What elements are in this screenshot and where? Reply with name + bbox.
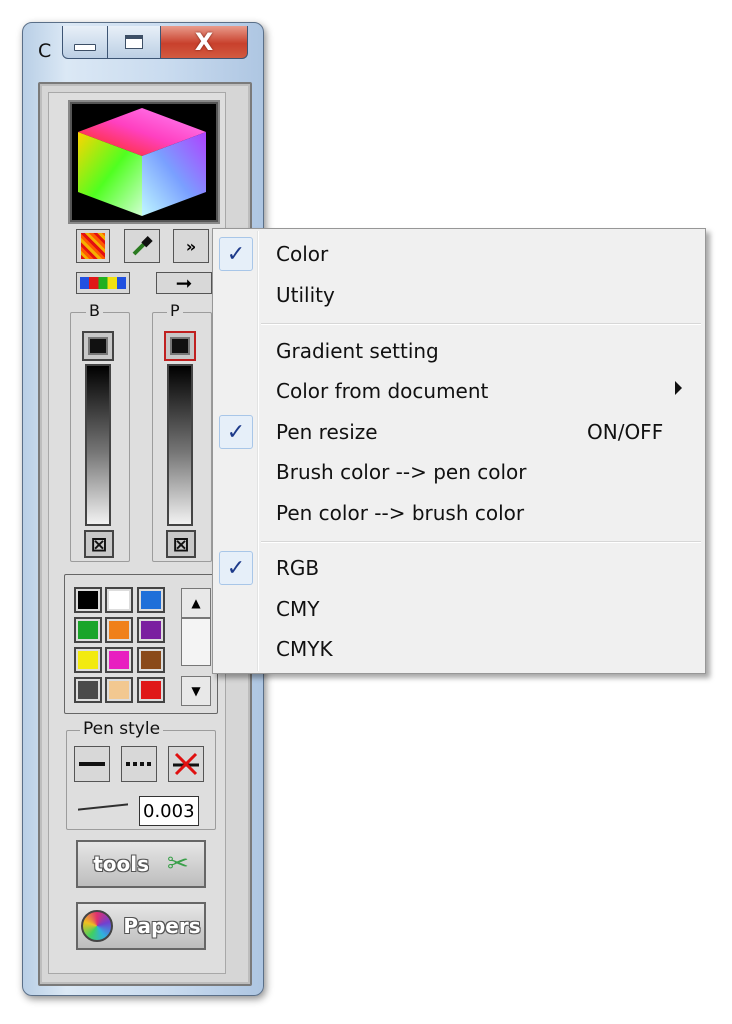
menu-item-cmyk[interactable]: CMYK [213,630,705,668]
palette-scroll-down-button[interactable]: ▼ [181,676,211,706]
brush-color-indicator [88,337,108,355]
eyedropper-button[interactable] [124,229,160,263]
menu-separator [261,323,701,325]
window-title: C [38,40,52,62]
scissors-icon: ✂ [167,849,189,879]
menu-item-brush-color-pen-color[interactable]: Brush color --> pen color [213,453,705,491]
menu-separator [261,541,701,543]
brush-texture-button[interactable] [76,229,110,263]
menu-item-label: CMY [276,597,320,621]
submenu-arrow-icon [675,381,682,395]
solid-line-icon [79,762,105,766]
papers-button[interactable]: Papers [76,902,206,950]
color-cube-picker[interactable] [68,100,220,224]
palette-swatch[interactable] [137,617,165,643]
palette-swatch[interactable] [137,587,165,613]
checkmark-icon: ✓ [219,551,253,585]
palette-swatch[interactable] [105,647,133,673]
palette-swatch[interactable] [105,617,133,643]
color-cube-icon [78,108,206,216]
x-box-icon: ⊠ [172,532,190,556]
brush-none-button[interactable]: ⊠ [84,530,114,558]
minimize-icon [74,43,96,51]
dotted-line-button[interactable] [121,746,157,782]
menu-item-label: Pen resize [276,420,378,444]
tools-button[interactable]: tools ✂ [76,840,206,888]
palette-swatch[interactable] [74,677,102,703]
menu-item-label: CMYK [276,637,333,661]
color-bar-button[interactable] [76,272,130,294]
color-bar-icon [80,277,126,289]
brush-opacity-slider[interactable] [85,364,111,526]
x-box-icon: ⊠ [90,532,108,556]
eyedropper-icon [132,236,153,256]
menu-item-rgb[interactable]: ✓ RGB [213,549,705,587]
triangle-down-icon: ▼ [191,684,201,698]
no-line-icon [173,752,199,776]
palette-swatch[interactable] [105,677,133,703]
menu-item-label: Color [276,242,329,266]
palette-swatch[interactable] [74,647,102,673]
menu-item-cmy[interactable]: CMY [213,590,705,628]
texture-icon [81,233,105,259]
maximize-icon [125,35,143,49]
menu-item-label: Pen color --> brush color [276,501,525,525]
palette-swatch[interactable] [74,617,102,643]
brush-color-swatch[interactable] [82,331,114,361]
palette-swatch[interactable] [105,587,133,613]
pen-opacity-slider[interactable] [167,364,193,526]
checkmark-icon: ✓ [219,415,253,449]
close-button[interactable]: X [160,26,248,59]
palette-swatch[interactable] [137,677,165,703]
dotted-line-icon [126,762,152,766]
papers-icon [81,910,114,942]
menu-item-shortcut: ON/OFF [587,420,664,444]
palette-swatch[interactable] [137,647,165,673]
menu-item-label: Gradient setting [276,339,439,363]
pen-group-label: P [167,303,183,319]
menu-item-utility[interactable]: Utility [213,276,705,314]
swap-arrow-button[interactable]: ➞ [156,271,212,295]
menu-item-gradient-setting[interactable]: Gradient setting [213,332,705,370]
arrow-right-icon: ➞ [175,271,193,295]
maximize-button[interactable] [107,26,161,59]
checkmark-icon: ✓ [219,237,253,271]
menu-item-label: Brush color --> pen color [276,460,527,484]
triangle-up-icon: ▲ [191,596,201,610]
papers-label: Papers [123,914,201,938]
tools-label: tools [93,852,149,876]
pen-color-indicator [170,337,190,355]
solid-line-button[interactable] [74,746,110,782]
menu-item-label: Utility [276,283,335,307]
palette-scroll-thumb[interactable] [181,618,211,666]
menu-item-pen-color-brush-color[interactable]: Pen color --> brush color [213,494,705,532]
pen-color-swatch[interactable] [164,331,196,361]
menu-item-label: Color from document [276,379,489,403]
close-icon: X [194,28,214,56]
menu-item-pen-resize[interactable]: ✓ Pen resize ON/OFF [213,413,705,451]
palette-scroll-up-button[interactable]: ▲ [181,588,211,618]
menu-item-color-from-document[interactable]: Color from document [213,372,705,410]
menu-item-color[interactable]: ✓ Color [213,235,705,273]
pen-width-field[interactable] [139,796,199,826]
pen-style-label: Pen style [80,721,164,738]
no-line-button[interactable] [168,746,204,782]
menu-item-label: RGB [276,556,320,580]
brush-group-label: B [86,303,103,319]
expand-menu-button[interactable]: » [173,229,209,263]
context-menu: ✓ Color Utility Gradient setting Color from … [212,228,706,674]
palette-swatch[interactable] [74,587,102,613]
minimize-button[interactable] [62,26,108,59]
pen-none-button[interactable]: ⊠ [166,530,196,558]
